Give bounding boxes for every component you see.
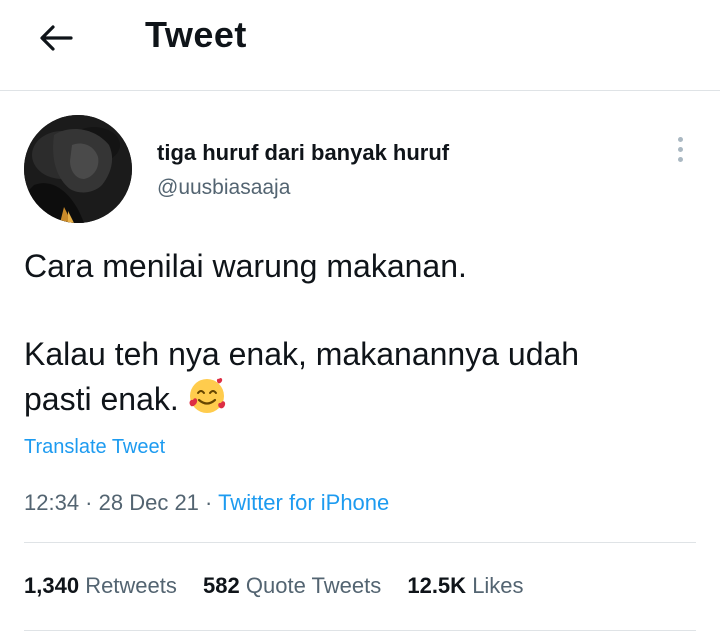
tweet-metadata: 12:34 · 28 Dec 21 · Twitter for iPhone [24, 490, 389, 516]
tweet-stats: 1,340 Retweets 582 Quote Tweets 12.5K Li… [24, 573, 544, 599]
author-handle[interactable]: @uusbiasaaja [157, 176, 290, 200]
divider [24, 542, 696, 543]
retweets-label: Retweets [85, 573, 177, 598]
page-title: Tweet [145, 14, 247, 55]
more-options-button[interactable] [666, 132, 694, 166]
tweet-source-link[interactable]: Twitter for iPhone [218, 490, 389, 515]
tweet-paragraph-1: Cara menilai warung makanan. [24, 248, 467, 284]
arrow-left-icon [40, 25, 73, 51]
meta-separator: · [79, 490, 99, 515]
back-button[interactable] [36, 20, 76, 56]
ellipsis-dot [677, 146, 683, 152]
ellipsis-dot [677, 156, 683, 162]
tweet-text: Cara menilai warung makanan. Kalau teh n… [24, 244, 684, 427]
likes-label: Likes [472, 573, 524, 598]
tweet-paragraph-2-line-2: pasti enak. [24, 376, 684, 427]
quote-tweets-stat[interactable]: 582 Quote Tweets [203, 573, 381, 599]
retweets-count: 1,340 [24, 573, 80, 598]
vertical-ellipsis-icon [677, 136, 683, 142]
tweet-time[interactable]: 12:34 [24, 490, 79, 515]
smiling-face-with-hearts-icon [187, 376, 227, 427]
tweet-paragraph-2-line-2-text: pasti enak. [24, 381, 179, 417]
avatar[interactable] [24, 115, 132, 223]
avatar-photo [24, 115, 132, 223]
translate-tweet-link[interactable]: Translate Tweet [24, 436, 165, 459]
divider [24, 630, 696, 631]
retweets-stat[interactable]: 1,340 Retweets [24, 573, 177, 599]
top-app-bar: Tweet [0, 0, 720, 91]
likes-count: 12.5K [407, 573, 467, 598]
author-display-name[interactable]: tiga huruf dari banyak huruf [157, 140, 449, 166]
tweet-date[interactable]: 28 Dec 21 [99, 490, 199, 515]
likes-stat[interactable]: 12.5K Likes [407, 573, 523, 599]
tweet-paragraph-2-line-1: Kalau teh nya enak, makanannya udah [24, 336, 580, 372]
quote-tweets-label: Quote Tweets [245, 573, 382, 598]
quote-tweets-count: 582 [203, 573, 240, 598]
meta-separator: · [198, 490, 219, 515]
